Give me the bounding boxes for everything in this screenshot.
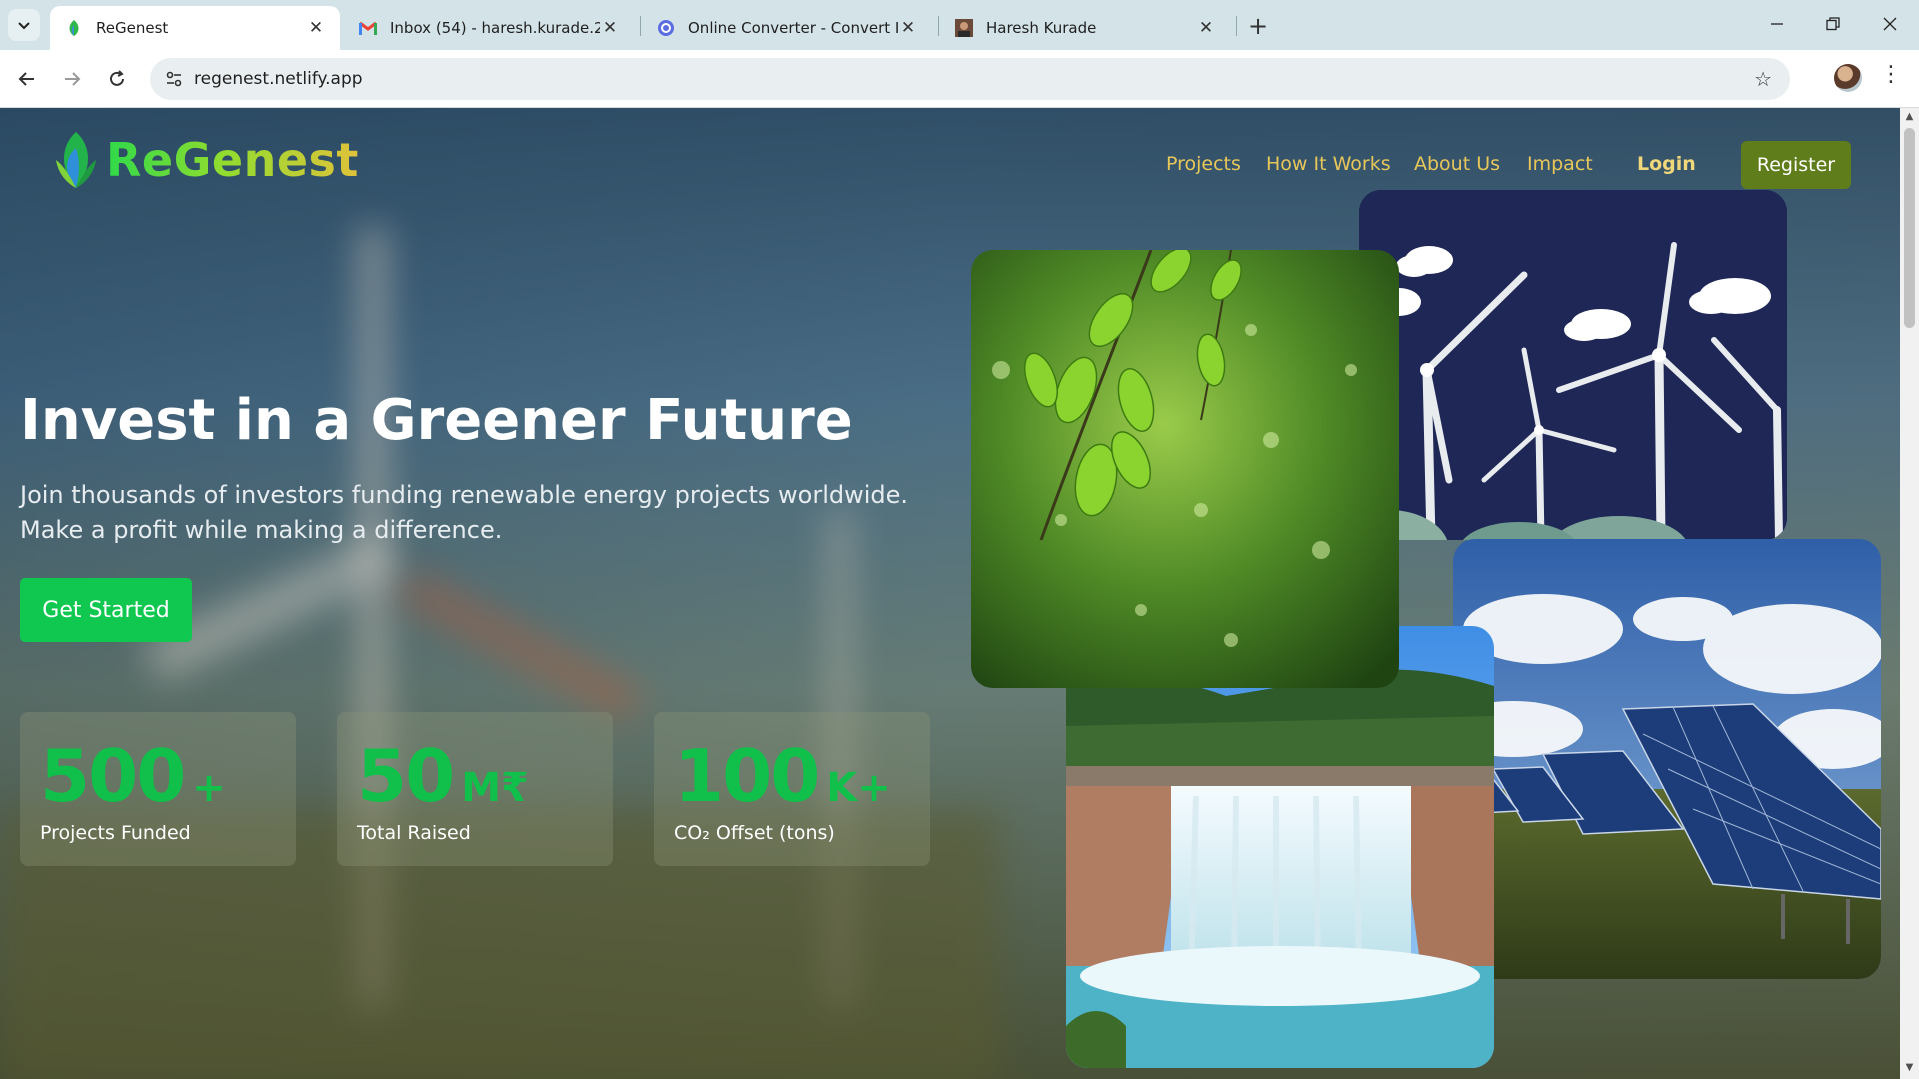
stat-card-raised: 50 M₹ Total Raised	[337, 712, 613, 866]
brand-name: ReGenest	[106, 133, 359, 187]
tab-strip: ReGenest ✕ Inbox (54) - haresh.kurade.20…	[0, 0, 1919, 50]
nav-about-us[interactable]: About Us	[1414, 153, 1500, 175]
page-viewport: ReGenest Projects How It Works About Us …	[0, 108, 1900, 1079]
tab-profile[interactable]: Haresh Kurade ✕	[940, 6, 1230, 50]
close-icon[interactable]: ✕	[1196, 18, 1216, 38]
tab-title: Inbox (54) - haresh.kurade.2004	[390, 19, 600, 37]
login-link[interactable]: Login	[1637, 153, 1696, 175]
stat-label: CO₂ Offset (tons)	[674, 822, 835, 844]
window-close-button[interactable]	[1867, 8, 1913, 40]
hero-title: Invest in a Greener Future	[20, 388, 853, 453]
brand-logo[interactable]: ReGenest	[50, 130, 359, 190]
regenest-leaf-icon	[64, 18, 84, 38]
new-tab-button[interactable]: +	[1244, 12, 1272, 40]
hero-subtitle: Join thousands of investors funding rene…	[20, 481, 909, 544]
stat-card-projects: 500 + Projects Funded	[20, 712, 296, 866]
chevron-down-icon	[18, 22, 30, 30]
reload-button[interactable]	[100, 62, 134, 96]
tab-gmail[interactable]: Inbox (54) - haresh.kurade.2004 ✕	[344, 6, 634, 50]
stat-value: 500 +	[40, 734, 226, 818]
stat-suffix: K+	[826, 765, 891, 811]
scrollbar-thumb[interactable]	[1904, 128, 1915, 328]
stat-suffix: +	[192, 765, 226, 811]
green-leaves-image	[971, 250, 1399, 688]
tab-title: Online Converter - Convert Ima	[688, 19, 898, 37]
stat-value: 100 K+	[674, 734, 891, 818]
restore-icon	[1826, 17, 1840, 31]
restore-button[interactable]	[1810, 8, 1856, 40]
stat-card-co2: 100 K+ CO₂ Offset (tons)	[654, 712, 930, 866]
tab-converter[interactable]: Online Converter - Convert Ima ✕	[642, 6, 932, 50]
nav-how-it-works[interactable]: How It Works	[1266, 153, 1391, 175]
tab-regenest[interactable]: ReGenest ✕	[50, 6, 340, 50]
stat-value: 50 M₹	[357, 734, 529, 818]
register-button[interactable]: Register	[1741, 141, 1851, 189]
scroll-up-arrow-icon[interactable]: ▲	[1904, 112, 1915, 122]
converter-icon	[656, 18, 676, 38]
browser-toolbar: regenest.netlify.app ☆ ⋮	[0, 50, 1919, 108]
kebab-menu-icon[interactable]: ⋮	[1880, 62, 1902, 87]
reload-icon	[110, 70, 124, 86]
arrow-left-icon	[18, 72, 34, 86]
solar-panels-image	[1453, 539, 1881, 979]
bookmark-star-icon[interactable]: ☆	[1754, 67, 1772, 91]
get-started-button[interactable]: Get Started	[20, 578, 192, 642]
stat-label: Projects Funded	[40, 822, 191, 844]
profile-avatar[interactable]	[1834, 64, 1862, 92]
gmail-icon	[358, 18, 378, 38]
tab-separator	[1236, 16, 1237, 36]
stat-label: Total Raised	[357, 822, 471, 844]
background-turbine-blade	[396, 569, 644, 723]
nav-impact[interactable]: Impact	[1527, 153, 1593, 175]
back-button[interactable]	[10, 62, 44, 96]
hydro-dam-image	[1066, 626, 1494, 1068]
close-icon[interactable]: ✕	[306, 18, 326, 38]
tab-separator	[640, 16, 641, 36]
minimize-icon	[1771, 23, 1783, 25]
nav-projects[interactable]: Projects	[1166, 153, 1241, 175]
forward-button[interactable]	[55, 62, 89, 96]
stat-suffix: M₹	[461, 765, 529, 811]
address-bar[interactable]: regenest.netlify.app ☆	[150, 58, 1790, 100]
tab-separator	[938, 16, 939, 36]
close-icon	[1883, 17, 1897, 31]
tab-title: ReGenest	[96, 19, 169, 37]
arrow-right-icon	[65, 72, 81, 86]
url-text: regenest.netlify.app	[194, 69, 363, 89]
profile-photo-icon	[954, 18, 974, 38]
wind-turbines-image	[1359, 190, 1787, 540]
site-settings-icon[interactable]	[154, 70, 194, 88]
close-icon[interactable]: ✕	[600, 18, 620, 38]
tab-title: Haresh Kurade	[986, 19, 1097, 37]
leaf-logo-icon	[56, 132, 96, 188]
minimize-button[interactable]	[1754, 8, 1800, 40]
page-scrollbar[interactable]: ▲ ▼	[1900, 108, 1919, 1079]
scroll-down-arrow-icon[interactable]: ▼	[1904, 1063, 1915, 1073]
tab-search-button[interactable]	[8, 9, 40, 41]
close-icon[interactable]: ✕	[898, 18, 918, 38]
